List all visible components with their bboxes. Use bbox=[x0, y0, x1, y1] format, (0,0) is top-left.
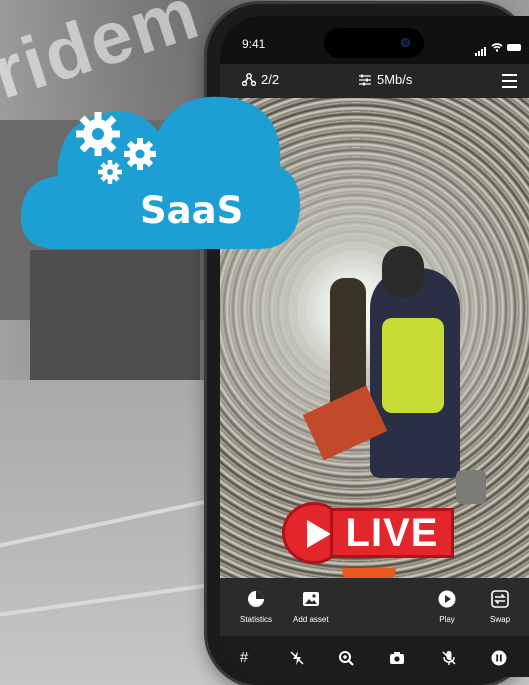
live-label: LIVE bbox=[330, 508, 454, 558]
bitrate-value: 5Mb/s bbox=[377, 72, 413, 87]
hamburger-menu-icon[interactable] bbox=[502, 74, 517, 92]
front-camera bbox=[401, 38, 410, 47]
record-button[interactable] bbox=[342, 568, 396, 578]
play-label: Play bbox=[439, 615, 455, 624]
worker-mask bbox=[382, 246, 424, 298]
signal-icon bbox=[475, 38, 487, 56]
camera-controls: # bbox=[220, 636, 529, 677]
statistics-button[interactable]: Statistics bbox=[240, 590, 272, 624]
pie-chart-icon bbox=[248, 591, 264, 607]
saas-label: SaaS bbox=[140, 189, 243, 232]
zoom-in-icon[interactable] bbox=[338, 650, 354, 666]
play-circle-icon bbox=[438, 590, 456, 608]
add-asset-label: Add asset bbox=[293, 615, 329, 624]
play-button[interactable]: Play bbox=[438, 590, 456, 624]
wifi-icon bbox=[491, 42, 503, 52]
action-toolbar: Statistics Add asset Play Swap bbox=[220, 578, 529, 636]
dynamic-island bbox=[324, 28, 424, 58]
image-icon bbox=[302, 592, 319, 606]
swap-icon bbox=[491, 590, 509, 608]
live-badge: LIVE bbox=[282, 502, 454, 564]
system-icons bbox=[475, 38, 521, 56]
worker-glove bbox=[456, 470, 486, 504]
grid-icon[interactable]: # bbox=[236, 650, 252, 666]
safety-vest bbox=[382, 318, 444, 413]
battery-icon bbox=[507, 43, 521, 51]
mic-off-icon[interactable] bbox=[441, 650, 457, 666]
background-shadow bbox=[30, 250, 200, 380]
status-time: 9:41 bbox=[242, 37, 266, 51]
bitrate-control[interactable]: 5Mb/s bbox=[358, 72, 412, 87]
flash-off-icon[interactable] bbox=[289, 650, 305, 666]
swap-button[interactable]: Swap bbox=[490, 590, 510, 624]
camera-icon[interactable] bbox=[389, 650, 405, 666]
status-bar: 9:41 bbox=[220, 16, 529, 64]
statistics-label: Statistics bbox=[240, 615, 273, 624]
saas-cloud-badge: SaaS bbox=[20, 96, 301, 249]
sliders-icon bbox=[359, 74, 371, 85]
swap-label: Swap bbox=[490, 615, 511, 624]
pause-icon[interactable] bbox=[491, 650, 507, 666]
add-asset-button[interactable]: Add asset bbox=[293, 590, 329, 624]
